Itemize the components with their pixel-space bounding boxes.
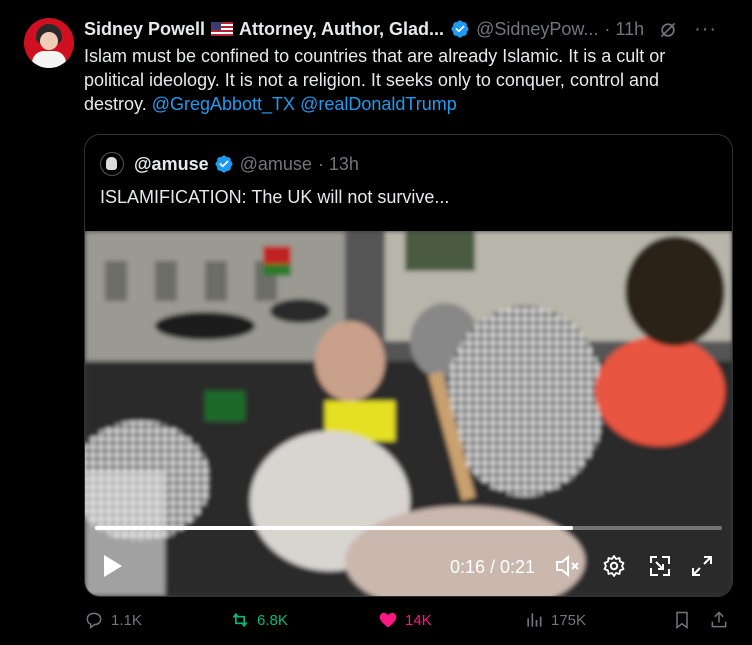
- action-bar: 1.1K 6.8K 14K 175K: [84, 610, 734, 634]
- quoted-handle[interactable]: @amuse: [240, 154, 312, 175]
- quoted-text: ISLAMIFICATION: The UK will not survive.…: [100, 187, 450, 207]
- us-flag-icon: [211, 22, 234, 36]
- views-count: 175K: [551, 611, 587, 629]
- video-progress-bar[interactable]: [95, 526, 722, 530]
- fullscreen-icon[interactable]: [690, 554, 714, 583]
- like-count: 14K: [405, 611, 432, 629]
- video-controls: 0:16 / 0:21: [85, 536, 732, 596]
- views-button[interactable]: 175K: [524, 610, 586, 630]
- bookmark-button[interactable]: [672, 610, 692, 630]
- heart-icon: [379, 612, 397, 628]
- share-button[interactable]: [709, 610, 729, 630]
- repost-count: 6.8K: [257, 611, 288, 629]
- pip-icon[interactable]: [648, 554, 672, 583]
- repost-icon: [232, 612, 248, 628]
- settings-icon[interactable]: [602, 554, 626, 583]
- author-title[interactable]: Attorney, Author, Glad...: [239, 19, 444, 40]
- like-button[interactable]: 14K: [378, 610, 432, 630]
- bookmark-icon: [676, 611, 688, 629]
- post-text: Islam must be confined to countries that…: [84, 44, 724, 116]
- quoted-name[interactable]: @amuse: [134, 154, 209, 175]
- views-icon: [527, 613, 542, 627]
- post-time[interactable]: · 11h: [604, 19, 644, 40]
- quoted-post[interactable]: @amuse @amuse · 13h ISLAMIFICATION: The …: [84, 134, 733, 597]
- grok-icon[interactable]: [658, 18, 678, 39]
- author-name[interactable]: Sidney Powell: [84, 19, 205, 40]
- more-options-icon[interactable]: ···: [694, 18, 717, 41]
- verified-badge-icon: [214, 154, 234, 174]
- reply-icon: [86, 612, 102, 630]
- quoted-time[interactable]: · 13h: [318, 154, 359, 175]
- mute-icon[interactable]: [555, 554, 581, 583]
- mention-link[interactable]: @realDonaldTrump: [300, 94, 457, 114]
- repost-button[interactable]: 6.8K: [230, 610, 288, 630]
- video-player[interactable]: 0:16 / 0:21: [85, 231, 732, 596]
- quoted-header: @amuse @amuse · 13h: [100, 152, 359, 176]
- author-handle[interactable]: @SidneyPow...: [476, 19, 598, 40]
- post-header: Sidney Powell Attorney, Author, Glad... …: [84, 17, 732, 41]
- author-avatar[interactable]: [24, 18, 74, 68]
- mention-link[interactable]: @GregAbbott_TX: [152, 94, 295, 114]
- verified-badge-icon: [450, 19, 470, 39]
- share-icon: [711, 611, 727, 628]
- reply-count: 1.1K: [111, 611, 142, 629]
- video-time: 0:16 / 0:21: [450, 557, 536, 577]
- reply-button[interactable]: 1.1K: [84, 610, 142, 630]
- video-progress-fill: [95, 526, 573, 530]
- play-icon[interactable]: [102, 554, 124, 583]
- quoted-avatar[interactable]: [100, 152, 124, 176]
